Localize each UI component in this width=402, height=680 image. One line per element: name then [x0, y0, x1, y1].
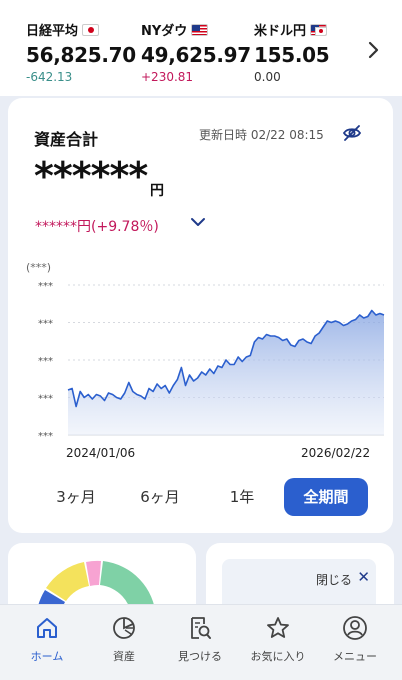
nav-label: お気に入り — [250, 650, 306, 663]
pie-chart-icon — [113, 617, 135, 639]
period-all[interactable]: 全期間 — [284, 478, 368, 516]
nav-label: 資産 — [113, 650, 135, 663]
user-icon — [343, 616, 367, 640]
ticker-value: 56,825.70 — [26, 43, 136, 67]
ticker-nikkei[interactable]: 日経平均 56,825.70 -642.13 — [26, 20, 136, 84]
ticker-nydow[interactable]: NYダウ 49,625.97 +230.81 — [141, 20, 251, 84]
chevron-down-icon[interactable] — [188, 212, 208, 232]
total-amount: ****** — [34, 154, 148, 198]
ticker-change: -642.13 — [26, 70, 73, 84]
chevron-right-icon[interactable] — [368, 40, 380, 64]
us-flag-icon — [191, 23, 209, 36]
asset-summary-card: 資産合計 更新日時 02/22 08:15 ****** 円 ******円(+… — [8, 98, 393, 533]
market-ticker: 日経平均 56,825.70 -642.13 NYダウ 49,625.97 +2… — [0, 0, 402, 96]
ticker-change: 0.00 — [254, 70, 281, 84]
period-3-months[interactable]: 3ヶ月 — [44, 478, 108, 516]
nav-label: メニュー — [333, 650, 377, 663]
profit-loss: ******円(+9.78％) — [35, 219, 159, 235]
ticker-name: 日経平均 — [26, 24, 79, 39]
star-icon — [267, 617, 289, 638]
chart-tick-label: *** — [38, 356, 53, 367]
updated-timestamp: 更新日時 02/22 08:15 — [199, 128, 324, 142]
ticker-usdjpy[interactable]: 米ドル円 155.05 0.00 — [254, 20, 330, 84]
chart-start-date: 2024/01/06 — [66, 446, 136, 460]
us-japan-flag-icon — [310, 23, 328, 36]
chart-end-date: 2026/02/22 — [301, 446, 371, 460]
chart-tick-label: *** — [38, 394, 53, 405]
ticker-change: +230.81 — [141, 70, 194, 84]
home-icon — [37, 618, 57, 638]
card-title: 資産合計 — [34, 130, 99, 149]
nav-menu[interactable]: メニュー — [315, 615, 395, 664]
chart-area — [68, 310, 384, 435]
asset-history-chart: (***) *** *** *** *** *** — [26, 261, 385, 442]
nav-home[interactable]: ホーム — [7, 615, 87, 664]
nav-label: ホーム — [30, 650, 64, 663]
eye-off-icon[interactable] — [342, 125, 362, 141]
bottom-navigation: ホーム 資産 見つける お気に入り メニュー — [0, 604, 402, 680]
ticker-name: NYダウ — [141, 24, 188, 39]
close-label[interactable]: 閉じる — [316, 571, 352, 588]
period-1-year[interactable]: 1年 — [212, 478, 272, 516]
nav-discover[interactable]: 見つける — [160, 615, 240, 664]
ticker-value: 155.05 — [254, 43, 330, 67]
chart-tick-label: *** — [38, 281, 53, 292]
japan-flag-icon — [82, 23, 100, 36]
total-unit: 円 — [150, 183, 164, 199]
chart-tick-label: *** — [38, 431, 53, 442]
chart-tick-label: *** — [38, 319, 53, 330]
period-selector: 3ヶ月 6ヶ月 1年 全期間 — [8, 478, 393, 518]
ticker-value: 49,625.97 — [141, 43, 251, 67]
nav-favorites[interactable]: お気に入り — [238, 615, 318, 664]
search-document-icon — [191, 617, 211, 639]
ticker-name: 米ドル円 — [254, 24, 307, 39]
period-6-months[interactable]: 6ヶ月 — [128, 478, 192, 516]
nav-assets[interactable]: 資産 — [84, 615, 164, 664]
nav-label: 見つける — [178, 650, 222, 663]
close-icon[interactable]: ✕ — [357, 568, 370, 586]
chart-unit-label: (***) — [26, 261, 51, 274]
